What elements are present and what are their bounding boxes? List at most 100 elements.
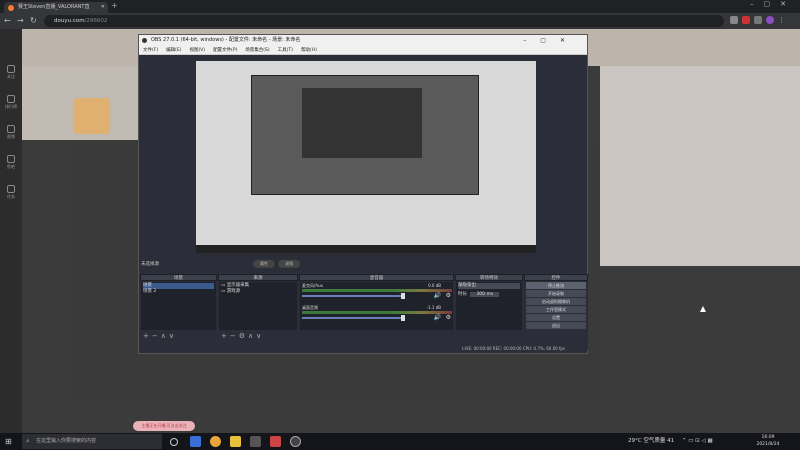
sidebar-item-rank[interactable]: 排行榜	[5, 95, 17, 113]
controls-dock-title: 控件	[524, 274, 588, 281]
volume-slider[interactable]	[302, 293, 405, 299]
system-tray: 29°C 空气质量 41 ⌃ ▭ ⊡ ◁ ▦	[628, 433, 713, 450]
scenes-list: 场景 场景 2	[141, 282, 216, 330]
track-db: -1.1 dB	[426, 305, 441, 310]
menu-profile[interactable]: 配置文件(P)	[213, 46, 237, 54]
obs-preview[interactable]	[196, 61, 536, 253]
scenes-dock-title: 场景	[140, 274, 217, 281]
clock-date: 2021/8/24	[756, 442, 780, 447]
mouse-cursor-icon	[700, 306, 706, 312]
streamer-avatar[interactable]	[74, 98, 110, 134]
gear-icon[interactable]: ⚙	[446, 314, 451, 321]
right-panel	[600, 66, 800, 266]
menu-tools[interactable]: 工具(T)	[278, 46, 293, 54]
taskbar-search[interactable]: ⌕ 在这里输入你要搜索的内容	[22, 434, 162, 449]
sources-toolbar[interactable]: +−⚙∧∨	[218, 331, 298, 341]
volume-slider[interactable]	[302, 315, 405, 321]
transition-select[interactable]: 渐隐渐出	[458, 283, 520, 289]
mail-app-icon[interactable]	[190, 436, 201, 447]
g-app-icon[interactable]	[230, 436, 241, 447]
track-name: 桌面音频	[302, 305, 318, 310]
gear-icon[interactable]: ⚙	[446, 292, 451, 299]
source-item[interactable]: ▭ 游戏源	[221, 289, 295, 295]
fish-icon	[7, 155, 15, 163]
sidebar-item-follow[interactable]: 关注	[5, 65, 17, 83]
video-icon	[7, 125, 15, 133]
weather-text[interactable]: 29°C 空气质量 41	[628, 438, 674, 444]
menu-edit[interactable]: 编辑(E)	[166, 46, 181, 54]
speaker-icon[interactable]: 🔊	[434, 292, 441, 299]
reload-icon[interactable]: ↻	[30, 16, 37, 25]
stop-streaming-button[interactable]: 停止推流	[526, 282, 586, 289]
star-icon[interactable]	[730, 16, 738, 24]
app-icon[interactable]	[250, 436, 261, 447]
url-path: /296602	[84, 18, 108, 24]
taskbar-clock[interactable]: 16:09 2021/8/24	[748, 434, 788, 448]
obs-window: OBS 27.0.1 (64-bit, windows) - 配置文件: 未命名…	[138, 34, 588, 354]
mixer-dock: 混音器 麦克风/Aux 0.0 dB 🔊 ⚙ 桌面音频 -1.1 dB 🔊 ⚙	[299, 274, 454, 350]
menu-file[interactable]: 文件(F)	[143, 46, 158, 54]
extension-icon[interactable]	[742, 16, 750, 24]
forward-icon[interactable]: →	[17, 16, 24, 25]
start-recording-button[interactable]: 开始录制	[526, 290, 586, 297]
obs-window-controls[interactable]: –▢✕	[523, 35, 579, 46]
browser-tabstrip: 赛王Steven直播_VALORANT直 ✕ + –▢✕	[0, 0, 800, 13]
duration-input[interactable]: 300 ms	[470, 292, 500, 297]
tray-icons[interactable]: ⌃ ▭ ⊡ ◁ ▦	[682, 438, 713, 444]
mixer-dock-title: 混音器	[299, 274, 454, 281]
profile-avatar[interactable]	[766, 16, 774, 24]
transitions-body: 渐隐渐出 时长 300 ms	[456, 282, 522, 330]
virtual-camera-button[interactable]: 启动虚拟摄像机	[526, 298, 586, 305]
browser-tab[interactable]: 赛王Steven直播_VALORANT直 ✕	[4, 2, 108, 13]
windows-taskbar: ⊞ ⌕ 在这里输入你要搜索的内容 29°C 空气质量 41 ⌃ ▭ ⊡ ◁ ▦ …	[0, 433, 800, 450]
speaker-icon[interactable]: 🔊	[434, 314, 441, 321]
menu-view[interactable]: 视图(V)	[189, 46, 205, 54]
duration-row: 时长 300 ms	[458, 292, 520, 298]
search-placeholder: 在这里输入你要搜索的内容	[36, 438, 97, 444]
window-controls[interactable]: –▢✕	[750, 0, 796, 8]
obs-title: OBS 27.0.1 (64-bit, windows) - 配置文件: 未命名…	[151, 37, 301, 43]
left-sidebar: 关注 排行榜 视频 鱼吧 任务	[0, 29, 22, 433]
sidebar-item-video[interactable]: 视频	[5, 125, 17, 143]
studio-mode-button[interactable]: 工作室模式	[526, 306, 586, 313]
scenes-toolbar[interactable]: +−∧∨	[140, 331, 217, 341]
clock-time: 16:09	[761, 435, 775, 440]
new-tab-button[interactable]: +	[111, 1, 118, 10]
menu-scene-collection[interactable]: 场景集合(S)	[245, 46, 269, 54]
puzzle-icon[interactable]	[754, 16, 762, 24]
app-icon-2[interactable]	[270, 436, 281, 447]
menu-dots-icon[interactable]: ⋮	[778, 16, 786, 24]
scenes-dock: 场景 场景 场景 2 +−∧∨	[140, 274, 217, 350]
settings-button[interactable]: 设置	[526, 314, 586, 321]
chrome-icon[interactable]	[210, 436, 221, 447]
sources-list: ▭ 显示器采集 ▭ 游戏源	[219, 282, 297, 330]
duration-label: 时长	[458, 292, 467, 297]
windows-start-icon[interactable]: ⊞	[5, 437, 12, 446]
close-tab-icon[interactable]: ✕	[101, 2, 105, 13]
volume-meter	[302, 311, 452, 314]
url-input[interactable]: douyu.com/296602	[44, 15, 724, 27]
track-db: 0.0 dB	[428, 283, 441, 288]
cortana-icon[interactable]	[170, 438, 178, 446]
back-icon[interactable]: ←	[4, 16, 11, 25]
obs-taskbar-icon[interactable]	[290, 436, 301, 447]
search-icon: ⌕	[26, 437, 30, 445]
url-host: douyu.com	[54, 18, 85, 24]
extensions-bar: ⋮	[730, 16, 786, 26]
menu-help[interactable]: 帮助(H)	[301, 46, 317, 54]
scene-item[interactable]: 场景 2	[143, 289, 214, 295]
sidebar-item-yuba[interactable]: 鱼吧	[5, 155, 17, 173]
volume-meter	[302, 289, 452, 292]
mixer-track: 桌面音频 -1.1 dB 🔊 ⚙	[300, 304, 453, 326]
live-toast[interactable]: 主播正在开播,可点击关注	[133, 421, 195, 431]
controls-dock: 控件 停止推流 开始录制 启动虚拟摄像机 工作室模式 设置 退出	[524, 274, 588, 350]
exit-button[interactable]: 退出	[526, 322, 586, 329]
properties-button[interactable]: 属性	[253, 260, 275, 268]
obs-statusbar: LIVE: 00:00:00 REC: 00:00:00 CPU: 0.7%, …	[139, 344, 587, 353]
address-bar: ← → ↻ douyu.com/296602 ⋮	[0, 13, 800, 29]
douyu-favicon-icon	[8, 5, 14, 11]
filters-button[interactable]: 滤镜	[278, 260, 300, 268]
obs-menubar: 文件(F) 编辑(E) 视图(V) 配置文件(P) 场景集合(S) 工具(T) …	[139, 46, 587, 55]
track-name: 麦克风/Aux	[302, 283, 323, 288]
sidebar-item-task[interactable]: 任务	[5, 185, 17, 203]
